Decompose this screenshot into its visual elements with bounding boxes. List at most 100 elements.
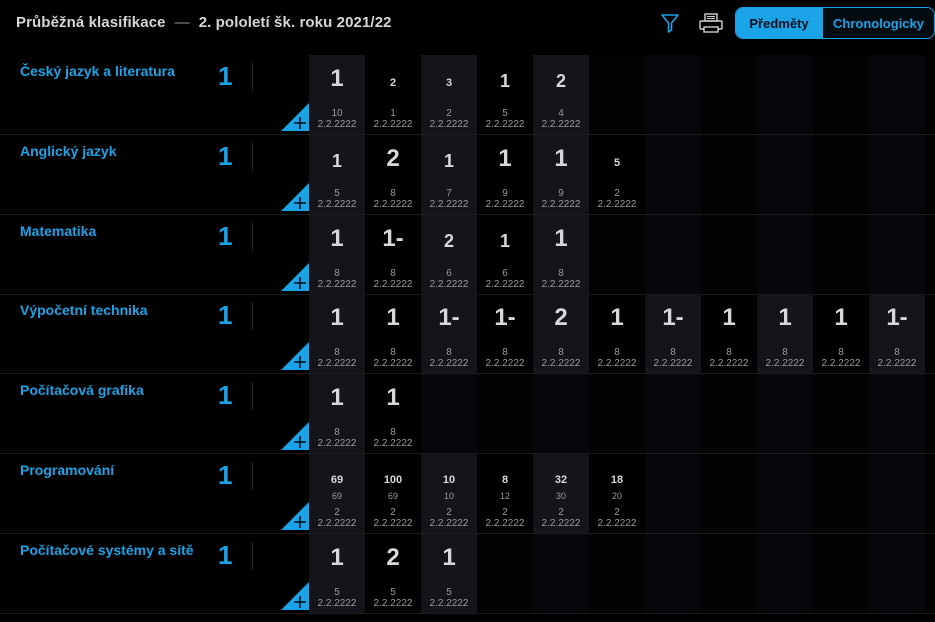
grade-cell[interactable]: 1 8 2.2.2222 (309, 215, 365, 294)
grade-weight: 1 (390, 108, 396, 119)
grade-value: 1 (499, 231, 510, 251)
grade-cell[interactable]: 1 8 2.2.2222 (309, 294, 365, 373)
empty-cell (813, 215, 869, 294)
add-grade-button[interactable] (281, 342, 309, 370)
grade-date: 2.2.2222 (709, 358, 749, 369)
grade-cell[interactable]: 1- 8 2.2.2222 (421, 294, 477, 373)
grade-cell[interactable]: 1 8 2.2.2222 (365, 374, 421, 453)
grade-date: 2.2.2222 (597, 358, 637, 369)
grade-date: 2.2.2222 (429, 598, 469, 609)
subject-row: 1 8 2.2.2222 1- 8 2.2.2222 2 6 2.2.2222 1 6 2.2.222… (0, 215, 935, 295)
grade-value: 32 (554, 474, 568, 486)
empty-cell (701, 215, 757, 294)
print-icon[interactable] (698, 12, 724, 34)
grade-date: 2.2.2222 (429, 518, 469, 529)
grade-date: 2.2.2222 (597, 199, 637, 210)
grade-date: 2.2.2222 (317, 279, 357, 290)
grade-value: 1 (330, 384, 344, 411)
grade-cell[interactable]: 2 8 2.2.2222 (533, 294, 589, 373)
grade-cell[interactable]: 1 6 2.2.2222 (477, 215, 533, 294)
grade-cell[interactable]: 2 4 2.2.2222 (533, 55, 589, 134)
grade-cell[interactable]: 8 12 2 2.2.2222 (477, 454, 533, 533)
empty-cell (477, 374, 533, 453)
subject-name[interactable]: Programování (20, 462, 114, 478)
add-grade-button[interactable] (281, 263, 309, 291)
grade-date: 2.2.2222 (373, 518, 413, 529)
view-subjects-button[interactable]: Předměty (736, 8, 822, 38)
grade-cell[interactable]: 1 10 2.2.2222 (309, 55, 365, 134)
subject-name[interactable]: Počítačové systémy a sítě (20, 542, 194, 558)
title-separator: — (174, 14, 190, 31)
empty-cell (589, 215, 645, 294)
grade-cell[interactable]: 1- 8 2.2.2222 (645, 294, 701, 373)
grade-date: 2.2.2222 (317, 199, 357, 210)
empty-cell (645, 135, 701, 214)
grade-cell[interactable]: 1 8 2.2.2222 (533, 215, 589, 294)
grade-cell[interactable]: 1 9 2.2.2222 (533, 135, 589, 214)
grade-cell[interactable]: 1 8 2.2.2222 (309, 374, 365, 453)
subject-name[interactable]: Matematika (20, 223, 96, 239)
grade-cell[interactable]: 18 20 2 2.2.2222 (589, 454, 645, 533)
grade-value: 1 (442, 544, 456, 571)
grade-cell[interactable]: 2 5 2.2.2222 (365, 534, 421, 613)
grade-cell[interactable]: 1- 8 2.2.2222 (477, 294, 533, 373)
grade-cell[interactable]: 1 5 2.2.2222 (309, 135, 365, 214)
grade-weight: 2 (614, 188, 620, 199)
grade-weight: 2 (502, 507, 508, 518)
grade-cell[interactable]: 1 8 2.2.2222 (589, 294, 645, 373)
grade-weight: 8 (446, 347, 452, 358)
grade-cell[interactable]: 1 7 2.2.2222 (421, 135, 477, 214)
grade-cell[interactable]: 1 8 2.2.2222 (757, 294, 813, 373)
subject-name[interactable]: Český jazyk a literatura (20, 63, 175, 79)
grade-value: 1- (438, 304, 460, 331)
add-grade-button[interactable] (281, 502, 309, 530)
grade-cell[interactable]: 100 69 2 2.2.2222 (365, 454, 421, 533)
add-grade-button[interactable] (281, 103, 309, 131)
grade-cell[interactable]: 1 8 2.2.2222 (701, 294, 757, 373)
add-grade-button[interactable] (281, 582, 309, 610)
grade-cell[interactable]: 1- 8 2.2.2222 (365, 215, 421, 294)
grade-cell[interactable]: 2 6 2.2.2222 (421, 215, 477, 294)
grade-max-points: 12 (499, 491, 510, 501)
grade-value: 18 (610, 474, 624, 486)
grade-cell[interactable]: 5 2 2.2.2222 (589, 135, 645, 214)
empty-cell (477, 534, 533, 613)
grade-date: 2.2.2222 (317, 358, 357, 369)
grade-cell[interactable]: 69 69 2 2.2.2222 (309, 454, 365, 533)
divider (252, 63, 253, 91)
subject-row: 1 8 2.2.2222 1 8 2.2.2222 Počítačová grafika 1 (0, 374, 935, 454)
grade-cell[interactable]: 3 2 2.2.2222 (421, 55, 477, 134)
empty-cell (645, 454, 701, 533)
grade-date: 2.2.2222 (485, 358, 525, 369)
grade-cell[interactable]: 1 5 2.2.2222 (421, 534, 477, 613)
grade-cell[interactable]: 1 8 2.2.2222 (365, 294, 421, 373)
grade-cell[interactable]: 1 9 2.2.2222 (477, 135, 533, 214)
grade-value: 2 (554, 304, 568, 331)
grade-weight: 2 (614, 507, 620, 518)
subject-average: 1 (218, 221, 233, 251)
grade-cell[interactable]: 1- 8 2.2.2222 (869, 294, 925, 373)
grade-cell[interactable]: 32 30 2 2.2.2222 (533, 454, 589, 533)
divider (252, 382, 253, 410)
grade-cell[interactable]: 2 8 2.2.2222 (365, 135, 421, 214)
subject-name[interactable]: Výpočetní technika (20, 302, 148, 318)
subject-name[interactable]: Anglický jazyk (20, 143, 117, 159)
empty-cell (869, 55, 925, 134)
grade-value: 1 (330, 225, 344, 252)
grade-value: 1- (494, 304, 516, 331)
filter-icon[interactable] (659, 12, 681, 34)
add-grade-button[interactable] (281, 183, 309, 211)
grade-weight: 5 (446, 587, 452, 598)
grade-value: 1 (498, 145, 512, 172)
grade-cell[interactable]: 1 8 2.2.2222 (813, 294, 869, 373)
grade-cell[interactable]: 10 10 2 2.2.2222 (421, 454, 477, 533)
grade-cell[interactable]: 1 5 2.2.2222 (477, 55, 533, 134)
grade-date: 2.2.2222 (541, 119, 581, 130)
view-chronological-button[interactable]: Chronologicky (822, 8, 934, 38)
subject-name[interactable]: Počítačová grafika (20, 382, 144, 398)
add-grade-button[interactable] (281, 422, 309, 450)
grade-weight: 5 (334, 188, 340, 199)
grade-date: 2.2.2222 (373, 199, 413, 210)
grade-cell[interactable]: 2 1 2.2.2222 (365, 55, 421, 134)
grade-cell[interactable]: 1 5 2.2.2222 (309, 534, 365, 613)
